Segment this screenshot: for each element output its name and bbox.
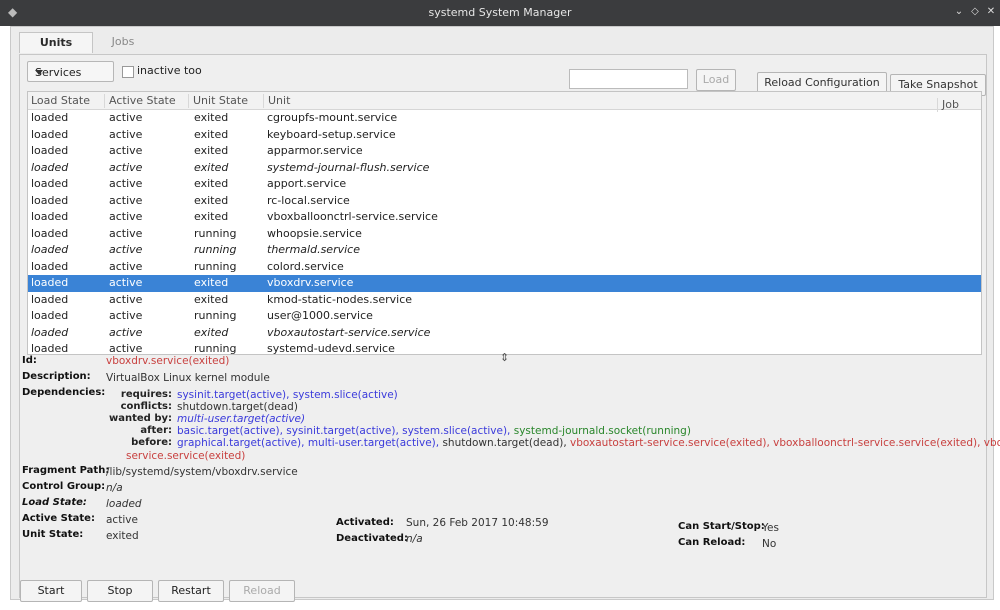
after-key: after: — [140, 425, 172, 436]
activated-value: Sun, 26 Feb 2017 10:48:59 — [406, 517, 549, 529]
col-active-state[interactable]: Active State — [104, 94, 176, 108]
table-row[interactable]: loaded active running user@1000.service — [28, 308, 981, 325]
control-group-label: Control Group: — [22, 481, 106, 492]
can-reload-value: No — [762, 538, 777, 550]
id-value[interactable]: vboxdrv.service(exited) — [106, 355, 229, 367]
load-state-label: Load State: — [22, 497, 87, 508]
units-panel: Services inactive too Load Reload Config… — [19, 54, 1000, 602]
dep-link[interactable]: multi-user.target(active) — [177, 413, 305, 425]
table-row[interactable]: loaded active exited kmod-static-nodes.serv… — [28, 292, 981, 309]
after-value: basic.target(active), sysinit.target(act… — [177, 425, 691, 437]
fragment-path-label: Fragment Path: — [22, 465, 110, 476]
start-button[interactable]: Start — [20, 580, 82, 602]
table-row-selected[interactable]: loaded active exited vboxdrv.service — [28, 275, 981, 292]
unit-state-value: exited — [106, 530, 139, 542]
window-title: systemd System Manager — [428, 6, 572, 19]
inactive-too-label: inactive too — [137, 64, 202, 77]
unit-type-select[interactable]: Services — [27, 61, 114, 82]
id-label: Id: — [22, 355, 37, 366]
unit-name-input[interactable] — [569, 69, 688, 89]
table-row[interactable]: loaded active exited cgroupfs-mount.service — [28, 110, 981, 127]
table-rows: loaded active exited cgroupfs-mount.service… — [28, 110, 981, 354]
main-window: Units Jobs Services inactive too Load Re… — [10, 26, 1000, 602]
can-start-stop-label: Can Start/Stop: — [678, 521, 765, 532]
conflicts-value: shutdown.target(dead) — [177, 401, 298, 413]
deactivated-label: Deactivated: — [336, 533, 408, 544]
conflicts-key: conflicts: — [120, 401, 172, 412]
table-row[interactable]: loaded active exited vboxautostart-service.… — [28, 325, 981, 342]
units-table[interactable]: Load State Active State Unit State Unit … — [27, 91, 982, 355]
description-label: Description: — [22, 371, 91, 382]
dep-link[interactable]: graphical.target(active), multi-user.tar… — [177, 437, 442, 449]
unit-state-label: Unit State: — [22, 529, 84, 540]
dep-link[interactable]: vboxautostart-service.service(exited), v… — [570, 437, 1000, 449]
tab-units[interactable]: Units — [19, 32, 93, 53]
before-value: graphical.target(active), multi-user.tar… — [177, 437, 1000, 449]
requires-value: sysinit.target(active), system.slice(act… — [177, 389, 398, 401]
minimize-icon[interactable]: ⌄ — [952, 5, 966, 19]
control-group-value: n/a — [106, 482, 123, 494]
can-start-stop-value: Yes — [762, 522, 779, 534]
table-row[interactable]: loaded active running thermald.service — [28, 242, 981, 259]
splitter-handle-icon[interactable]: ⇕ — [500, 351, 512, 364]
dep-link[interactable]: sysinit.target(active), — [177, 389, 293, 401]
table-row[interactable]: loaded active exited vboxballoonctrl-servic… — [28, 209, 981, 226]
col-load-state[interactable]: Load State — [31, 94, 90, 107]
activated-label: Activated: — [336, 517, 394, 528]
col-unit[interactable]: Unit — [263, 94, 928, 108]
table-row[interactable]: loaded active exited systemd-journal-flush.… — [28, 160, 981, 177]
fragment-path-value: /lib/systemd/system/vboxdrv.service — [106, 466, 298, 478]
reload-button[interactable]: Reload — [229, 580, 295, 602]
description-value: VirtualBox Linux kernel module — [106, 372, 270, 384]
active-state-label: Active State: — [22, 513, 95, 524]
table-row[interactable]: loaded active exited apparmor.service — [28, 143, 981, 160]
stop-button[interactable]: Stop — [87, 580, 153, 602]
dep-link[interactable]: system.slice(active) — [293, 389, 398, 401]
dep-link[interactable]: systemd-journald.socket(running) — [514, 425, 691, 437]
deactivated-value: n/a — [406, 533, 423, 545]
before-value-cont[interactable]: service.service(exited) — [126, 450, 245, 462]
requires-key: requires: — [120, 389, 172, 400]
dep-link[interactable]: basic.target(active), sysinit.target(act… — [177, 425, 514, 437]
inactive-too-checkbox[interactable] — [122, 66, 134, 78]
load-button[interactable]: Load — [696, 69, 736, 91]
dep-link[interactable]: shutdown.target(dead) — [177, 401, 298, 413]
col-unit-state[interactable]: Unit State — [188, 94, 248, 108]
can-reload-label: Can Reload: — [678, 537, 746, 548]
table-row[interactable]: loaded active exited rc-local.service — [28, 193, 981, 210]
title-bar: ◆ systemd System Manager ⌄ ◇ ✕ — [0, 0, 1000, 26]
table-row[interactable]: loaded active exited keyboard-setup.service — [28, 127, 981, 144]
dep-link[interactable]: shutdown.target(dead), — [442, 437, 570, 449]
restart-button[interactable]: Restart — [158, 580, 224, 602]
chevron-down-icon — [35, 70, 43, 75]
before-key: before: — [131, 437, 172, 448]
maximize-icon[interactable]: ◇ — [968, 5, 982, 19]
close-icon[interactable]: ✕ — [984, 5, 998, 19]
wanted-by-key: wanted by: — [109, 413, 172, 424]
table-header: Load State Active State Unit State Unit … — [28, 92, 981, 112]
table-row[interactable]: loaded active running colord.service — [28, 259, 981, 276]
wanted-by-value: multi-user.target(active) — [177, 413, 305, 425]
load-state-value: loaded — [106, 498, 142, 510]
tab-jobs[interactable]: Jobs — [95, 32, 151, 52]
table-row[interactable]: loaded active running whoopsie.service — [28, 226, 981, 243]
active-state-value: active — [106, 514, 138, 526]
table-row[interactable]: loaded active exited apport.service — [28, 176, 981, 193]
